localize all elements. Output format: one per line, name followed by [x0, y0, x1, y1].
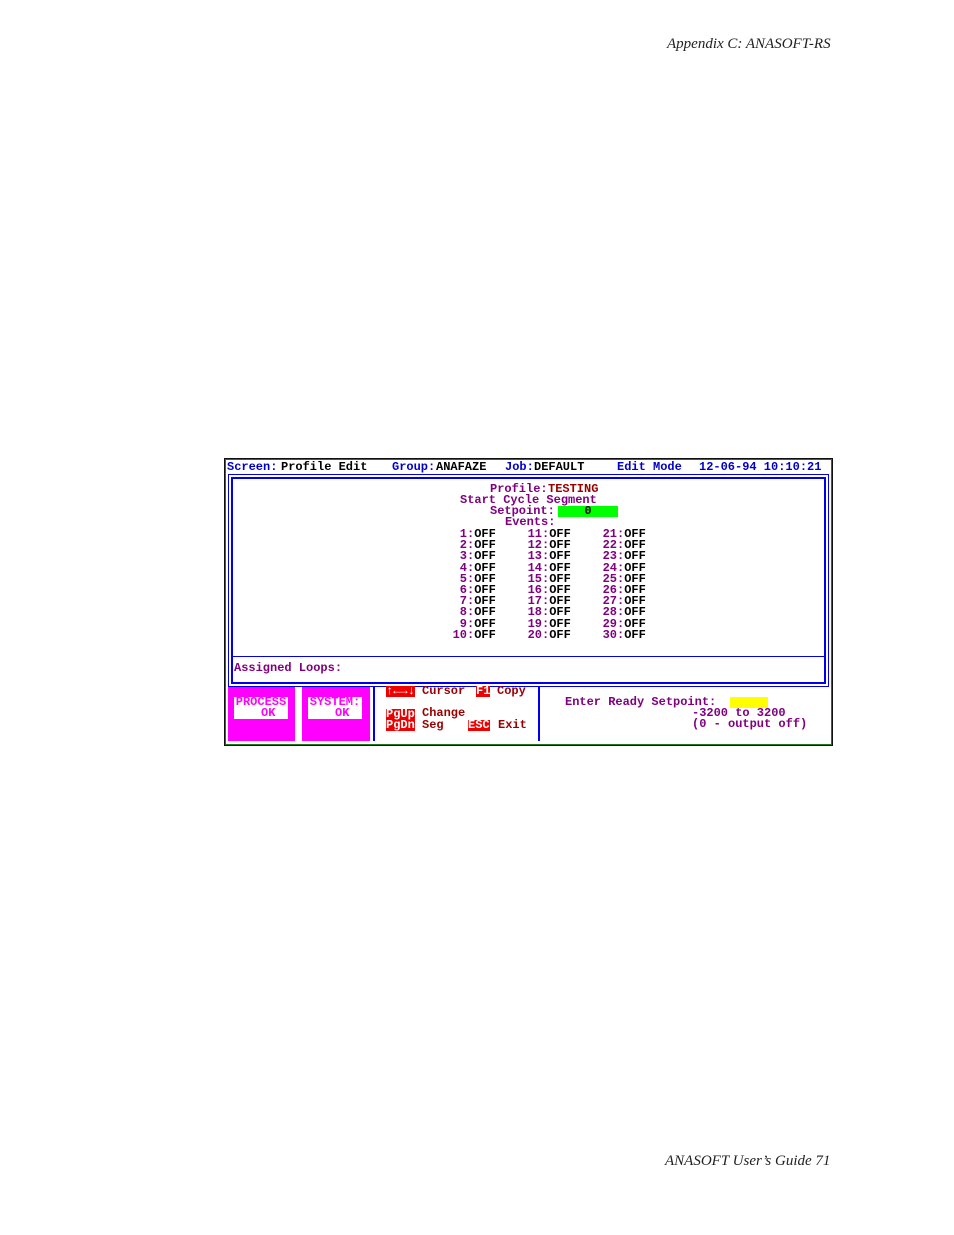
event-item[interactable]: 30:OFF — [602, 627, 646, 642]
event-number: 30 — [602, 627, 617, 642]
process-status-text: PROCESS OK — [234, 695, 288, 720]
system-status-text: SYSTEM: OK — [308, 695, 362, 720]
datetime: 12-06-94 10:10:21 — [699, 460, 822, 474]
event-state: OFF — [624, 627, 646, 642]
event-item[interactable]: 20:OFF — [527, 627, 571, 642]
group-value: ANAFAZE — [436, 460, 487, 474]
f1-key[interactable]: F1 — [476, 685, 491, 697]
event-state: OFF — [549, 627, 571, 642]
setpoint-field[interactable]: 0 — [558, 505, 618, 517]
event-number: 10 — [452, 627, 467, 642]
job-label: Job: — [505, 460, 534, 474]
arrow-keys-icon: ↑←→↓ — [386, 684, 415, 698]
event-number: 20 — [527, 627, 542, 642]
seg-label: Seg — [422, 718, 444, 732]
copy-label: Copy — [497, 684, 526, 698]
pgdn-key[interactable]: PgDn — [386, 719, 415, 731]
mode-label: Edit Mode — [617, 460, 682, 474]
event-state: OFF — [474, 627, 496, 642]
screenshot-profile-edit: Screen: Profile Edit Group: ANAFAZE Job:… — [224, 458, 833, 746]
running-footer: ANASOFT User’s Guide 71 — [665, 1153, 831, 1169]
group-label: Group: — [392, 460, 436, 474]
screen-value: Profile Edit — [281, 460, 368, 474]
screen-label: Screen: — [227, 460, 278, 474]
esc-key[interactable]: ESC — [468, 719, 490, 731]
process-status: PROCESS OK — [228, 687, 295, 741]
divider — [233, 656, 824, 657]
divider — [538, 687, 540, 741]
exit-label: Exit — [498, 718, 527, 732]
document-page: Appendix C: ANASOFT-RS Screen: Profile E… — [0, 0, 954, 1235]
divider — [373, 687, 375, 741]
range-note: (0 - output off) — [692, 717, 808, 731]
assigned-loops-label: Assigned Loops: — [234, 661, 343, 675]
job-value: DEFAULT — [534, 460, 585, 474]
system-status: SYSTEM: OK — [302, 687, 370, 741]
running-header: Appendix C: ANASOFT-RS — [667, 36, 831, 52]
event-item[interactable]: 10:OFF — [452, 627, 496, 642]
cursor-label: Cursor — [422, 684, 466, 698]
